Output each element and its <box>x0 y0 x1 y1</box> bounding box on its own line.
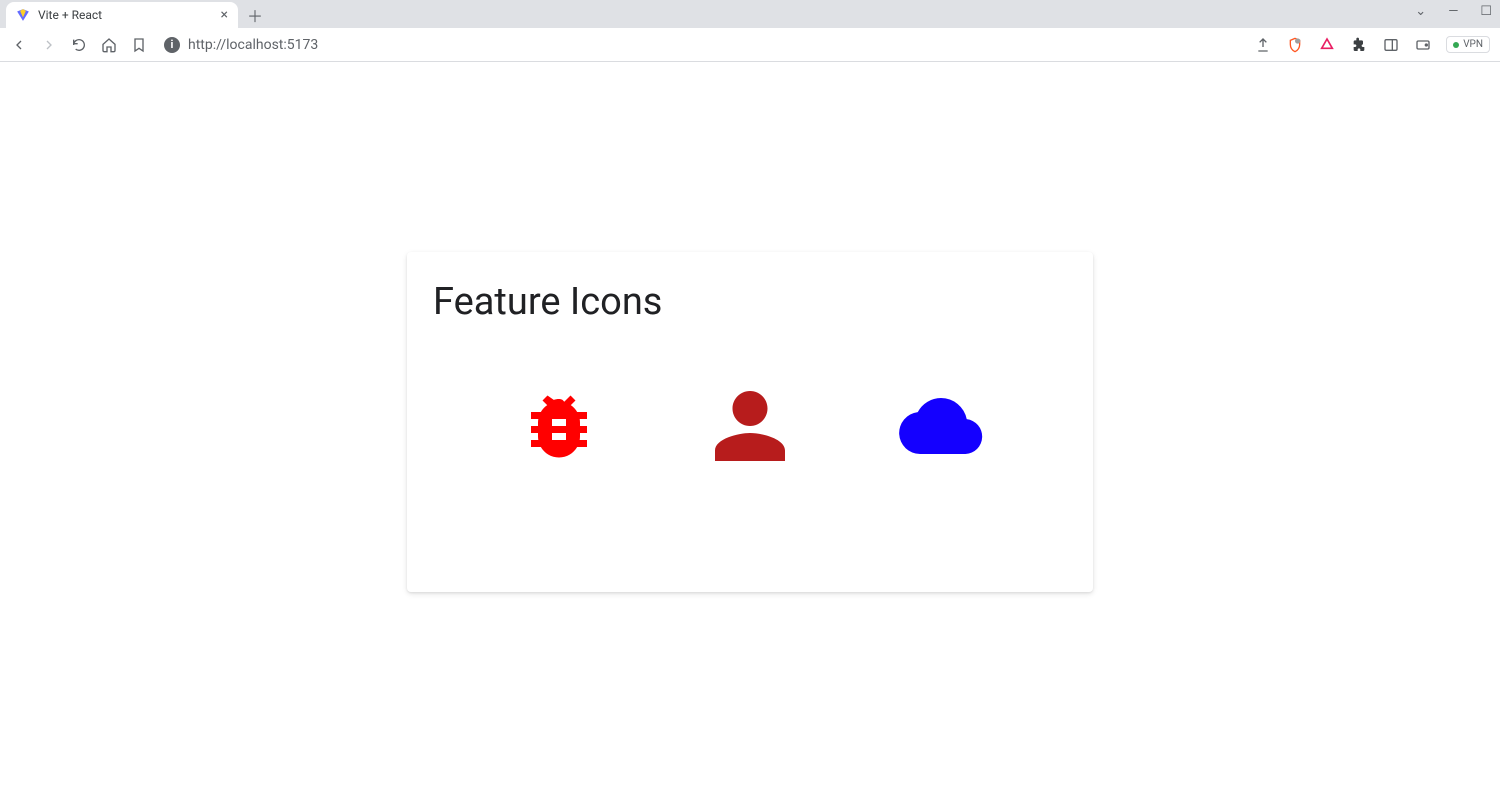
person-icon <box>708 384 792 468</box>
site-info-icon[interactable]: i <box>164 37 180 53</box>
extensions-icon[interactable] <box>1350 36 1368 54</box>
browser-toolbar: i http://localhost:5173 VPN <box>0 28 1500 62</box>
share-icon[interactable] <box>1254 36 1272 54</box>
browser-tab-active[interactable]: Vite + React × <box>6 2 238 28</box>
close-tab-icon[interactable]: × <box>221 8 228 22</box>
brave-shield-icon[interactable] <box>1286 36 1304 54</box>
wallet-icon[interactable] <box>1414 36 1432 54</box>
bug-report-icon <box>517 384 601 468</box>
sidepanel-icon[interactable] <box>1382 36 1400 54</box>
forward-button[interactable] <box>40 36 58 54</box>
new-tab-button[interactable]: ＋ <box>242 2 268 28</box>
vpn-badge[interactable]: VPN <box>1446 36 1490 53</box>
cloud-icon <box>899 384 983 468</box>
page-viewport: Feature Icons <box>0 62 1500 800</box>
browser-tab-strip: Vite + React × ＋ ⌄ ― ☐ <box>0 0 1500 28</box>
address-bar[interactable]: i http://localhost:5173 <box>160 37 1242 53</box>
reload-button[interactable] <box>70 36 88 54</box>
chevron-down-icon[interactable]: ⌄ <box>1415 4 1426 19</box>
bookmark-button[interactable] <box>130 36 148 54</box>
minimize-icon[interactable]: ― <box>1448 4 1458 19</box>
url-text: http://localhost:5173 <box>188 37 318 53</box>
brave-rewards-icon[interactable] <box>1318 36 1336 54</box>
home-button[interactable] <box>100 36 118 54</box>
tab-title: Vite + React <box>38 8 102 22</box>
vpn-label: VPN <box>1463 39 1483 50</box>
window-controls: ⌄ ― ☐ <box>1415 4 1492 19</box>
vpn-status-dot <box>1453 42 1459 48</box>
card-title: Feature Icons <box>433 280 1067 324</box>
back-button[interactable] <box>10 36 28 54</box>
vite-favicon <box>16 8 30 22</box>
maximize-icon[interactable]: ☐ <box>1480 4 1492 19</box>
icon-row <box>433 384 1067 468</box>
feature-icons-card: Feature Icons <box>407 252 1093 592</box>
